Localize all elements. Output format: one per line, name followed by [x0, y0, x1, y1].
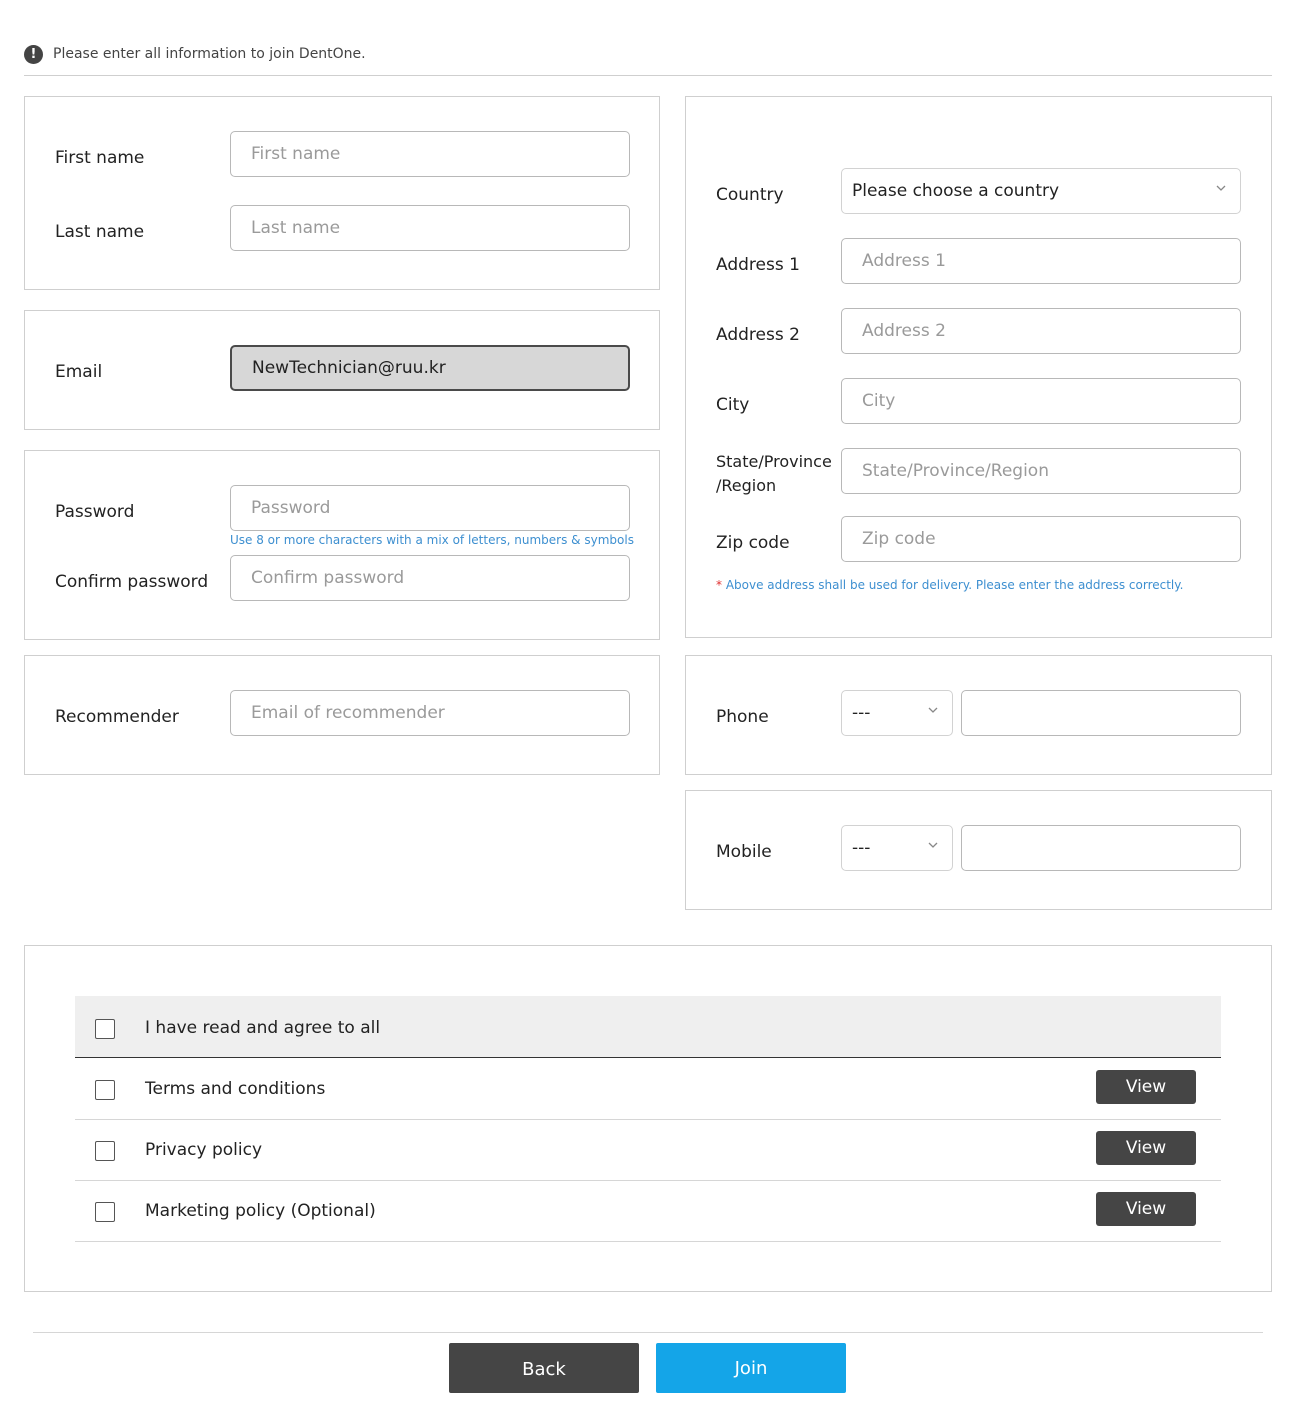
agreement-row-terms: Terms and conditions View [75, 1059, 1221, 1120]
last-name-label: Last name [55, 222, 145, 242]
state-input[interactable]: State/Province/Region [841, 448, 1241, 494]
phone-code-value: --- [852, 703, 871, 723]
email-label: Email [55, 362, 103, 382]
password-input[interactable]: Password [230, 485, 630, 531]
name-section: First name First name Last name Last nam… [24, 96, 660, 290]
recommender-section: Recommender Email of recommender [24, 655, 660, 775]
back-button[interactable]: Back [449, 1343, 639, 1393]
mobile-code-select[interactable]: --- [841, 825, 953, 871]
country-select[interactable]: Please choose a country [841, 168, 1241, 214]
address2-label: Address 2 [716, 325, 800, 345]
first-name-input[interactable]: First name [230, 131, 630, 177]
confirm-password-label: Confirm password [55, 572, 209, 592]
email-section: Email NewTechnician@ruu.kr [24, 310, 660, 430]
mobile-number-input[interactable] [961, 825, 1241, 871]
password-hint: Use 8 or more characters with a mix of l… [230, 533, 634, 547]
agreement-row-privacy: Privacy policy View [75, 1120, 1221, 1181]
mobile-section: Mobile --- [685, 790, 1272, 910]
join-button[interactable]: Join [656, 1343, 846, 1393]
required-star: * [716, 578, 722, 592]
phone-code-select[interactable]: --- [841, 690, 953, 736]
state-label-line2: /Region [716, 476, 777, 495]
city-label: City [716, 395, 750, 415]
mobile-label: Mobile [716, 842, 772, 862]
privacy-label: Privacy policy [145, 1140, 262, 1160]
recommender-label: Recommender [55, 707, 179, 727]
agreements-section: I have read and agree to all Terms and c… [24, 945, 1272, 1292]
email-field[interactable]: NewTechnician@ruu.kr [230, 345, 630, 391]
password-section: Password Password Use 8 or more characte… [24, 450, 660, 640]
agreement-row-marketing: Marketing policy (Optional) View [75, 1181, 1221, 1242]
country-select-value: Please choose a country [852, 181, 1060, 201]
terms-view-button[interactable]: View [1096, 1070, 1196, 1104]
city-input[interactable]: City [841, 378, 1241, 424]
address1-input[interactable]: Address 1 [841, 238, 1241, 284]
confirm-password-input[interactable]: Confirm password [230, 555, 630, 601]
phone-label: Phone [716, 707, 769, 727]
phone-section: Phone --- [685, 655, 1272, 775]
state-label-line1: State/Province [716, 452, 832, 471]
marketing-label: Marketing policy (Optional) [145, 1201, 376, 1221]
privacy-view-button[interactable]: View [1096, 1131, 1196, 1165]
recommender-input[interactable]: Email of recommender [230, 690, 630, 736]
address2-input[interactable]: Address 2 [841, 308, 1241, 354]
agree-all-label: I have read and agree to all [145, 1018, 381, 1038]
notice-text: Please enter all information to join Den… [53, 46, 366, 62]
address-section: Country Please choose a country Address … [685, 96, 1272, 638]
marketing-view-button[interactable]: View [1096, 1192, 1196, 1226]
address1-label: Address 1 [716, 255, 800, 275]
zip-label: Zip code [716, 533, 790, 553]
join-notice: ! Please enter all information to join D… [24, 44, 1272, 76]
privacy-checkbox[interactable] [95, 1141, 115, 1161]
last-name-input[interactable]: Last name [230, 205, 630, 251]
address-note-text: Above address shall be used for delivery… [725, 578, 1184, 592]
country-label: Country [716, 185, 784, 205]
chevron-down-icon [928, 842, 938, 848]
zip-input[interactable]: Zip code [841, 516, 1241, 562]
terms-label: Terms and conditions [145, 1079, 326, 1099]
terms-checkbox[interactable] [95, 1080, 115, 1100]
agree-all-row: I have read and agree to all [75, 996, 1221, 1058]
first-name-label: First name [55, 148, 145, 168]
mobile-code-value: --- [852, 838, 871, 858]
chevron-down-icon [1216, 185, 1226, 191]
phone-number-input[interactable] [961, 690, 1241, 736]
chevron-down-icon [928, 707, 938, 713]
marketing-checkbox[interactable] [95, 1202, 115, 1222]
footer-divider [33, 1332, 1263, 1333]
password-label: Password [55, 502, 135, 522]
agree-all-checkbox[interactable] [95, 1019, 115, 1039]
address-note: * Above address shall be used for delive… [716, 578, 1183, 592]
exclamation-circle-icon: ! [24, 45, 43, 64]
